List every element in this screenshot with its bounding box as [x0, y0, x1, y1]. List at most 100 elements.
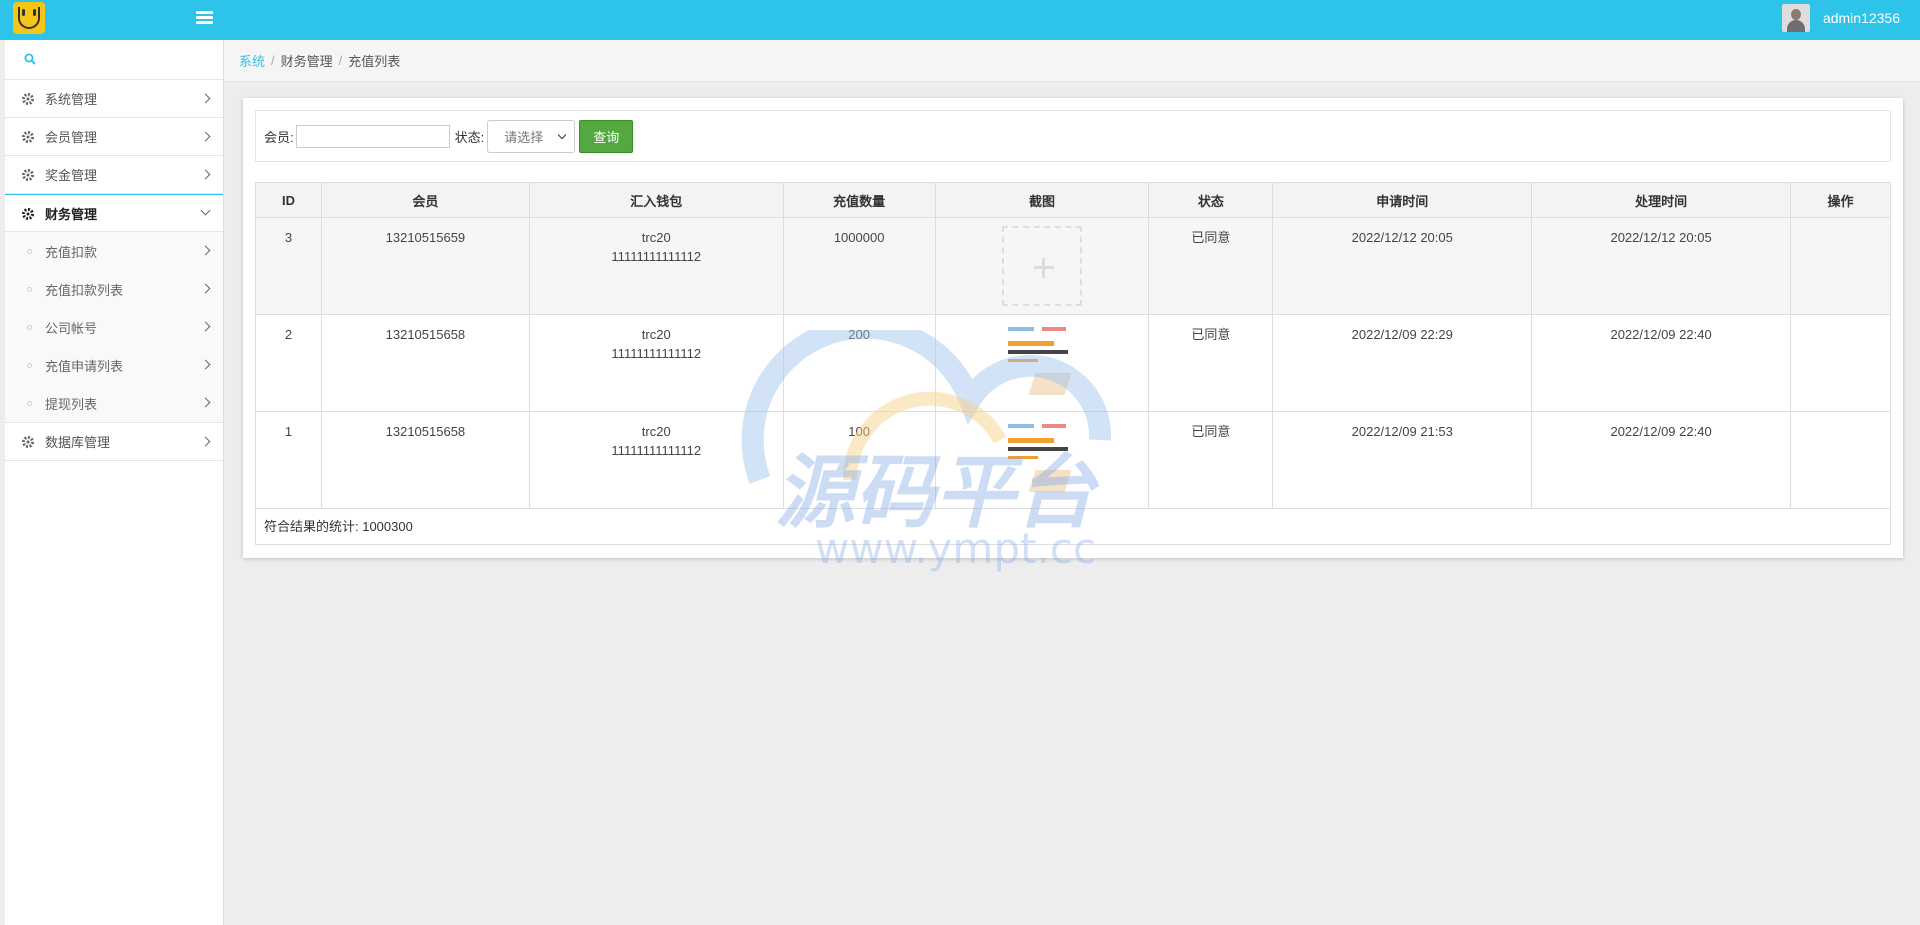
chevron-right-icon — [200, 245, 211, 256]
status-filter-label: 状态: — [454, 129, 485, 145]
chevron-right-icon — [200, 131, 211, 142]
cell-action — [1790, 314, 1891, 412]
cell-wallet: trc20 11111111111112 — [528, 314, 784, 412]
finance-submenu: 充值扣款 充值扣款列表 公司帐号 充值申请列表 提现列表 — [5, 232, 223, 423]
chevron-right-icon — [200, 321, 211, 332]
result-total: 符合结果的统计: 1000300 — [255, 508, 1891, 545]
table-row: 1 13210515658 trc20 11111111111112 100 已同… — [255, 411, 1891, 509]
chevron-right-icon — [200, 436, 211, 447]
sidebar-item-bonus[interactable]: 奖金管理 — [5, 156, 223, 194]
username-label[interactable]: admin12356 — [1823, 10, 1900, 26]
breadcrumb-separator: / — [338, 53, 343, 68]
cell-member: 13210515658 — [320, 411, 530, 509]
cell-id: 1 — [255, 411, 322, 509]
column-header: 操作 — [1790, 182, 1891, 218]
table-row: 3 13210515659 trc20 11111111111112 100000… — [255, 217, 1891, 315]
column-header: 处理时间 — [1531, 182, 1791, 218]
breadcrumb: 系统 / 财务管理 / 充值列表 — [224, 40, 1920, 82]
cell-wallet: trc20 11111111111112 — [528, 411, 784, 509]
logo-smile — [18, 7, 40, 29]
bullet-icon — [27, 287, 32, 292]
submenu-item-label: 充值申请列表 — [45, 358, 124, 374]
wallet-address: 11111111111112 — [611, 249, 702, 264]
wallet-type: trc20 — [641, 424, 671, 439]
chevron-right-icon — [200, 169, 211, 180]
cell-status: 已同意 — [1148, 411, 1274, 509]
top-navbar: admin12356 — [0, 0, 1920, 40]
breadcrumb-current: 充值列表 — [348, 54, 401, 69]
cell-amount: 1000000 — [782, 217, 936, 315]
hamburger-menu-icon[interactable] — [196, 9, 216, 27]
cell-id: 2 — [255, 314, 322, 412]
sidebar-item-system[interactable]: 系统管理 — [5, 80, 223, 118]
cell-screenshot — [934, 217, 1150, 315]
breadcrumb-home-link[interactable]: 系统 — [239, 51, 265, 70]
gear-icon — [22, 436, 34, 448]
gear-icon — [22, 169, 34, 181]
submenu-item-company-account[interactable]: 公司帐号 — [5, 308, 223, 346]
sidebar-item-database[interactable]: 数据库管理 — [5, 423, 223, 461]
recharge-table: ID 会员 汇入钱包 充值数量 截图 状态 申请时间 处理时间 操作 3 132… — [255, 182, 1891, 545]
cell-member: 13210515658 — [320, 314, 530, 412]
cell-screenshot — [934, 411, 1150, 509]
column-header: 截图 — [934, 182, 1150, 218]
member-filter-label: 会员: — [264, 129, 294, 145]
cell-status: 已同意 — [1148, 217, 1274, 315]
sidebar-item-label: 财务管理 — [45, 206, 98, 222]
status-select[interactable]: 请选择 — [487, 119, 576, 153]
submenu-item-label: 充值扣款列表 — [45, 282, 124, 298]
column-header: 状态 — [1148, 182, 1274, 218]
wallet-type: trc20 — [641, 327, 671, 342]
screenshot-thumbnail[interactable] — [1002, 420, 1083, 500]
wallet-address: 11111111111112 — [611, 346, 702, 361]
column-header: ID — [255, 182, 322, 218]
wallet-type: trc20 — [641, 230, 671, 245]
upload-placeholder-icon[interactable] — [1002, 226, 1083, 306]
chevron-down-icon — [558, 130, 567, 139]
sidebar: 系统管理 会员管理 奖金管理 财务管理 充值扣款 充值扣款列表 公司帐号 充值申… — [5, 40, 224, 925]
table-row: 2 13210515658 trc20 11111111111112 200 已同… — [255, 314, 1891, 412]
chevron-down-icon — [200, 205, 211, 216]
submenu-item-label: 公司帐号 — [45, 320, 98, 336]
cell-amount: 100 — [782, 411, 936, 509]
sidebar-item-members[interactable]: 会员管理 — [5, 118, 223, 156]
user-menu[interactable]: admin12356 — [1781, 4, 1900, 32]
cell-member: 13210515659 — [320, 217, 530, 315]
bullet-icon — [27, 325, 32, 330]
gear-icon — [22, 131, 34, 143]
chevron-right-icon — [200, 283, 211, 294]
submenu-item-label: 提现列表 — [45, 396, 98, 412]
submenu-item-recharge-deduct-list[interactable]: 充值扣款列表 — [5, 270, 223, 308]
cell-status: 已同意 — [1148, 314, 1274, 412]
table-footer-row: 符合结果的统计: 1000300 — [255, 508, 1891, 545]
cell-action — [1790, 217, 1891, 315]
cell-wallet: trc20 11111111111112 — [528, 217, 784, 315]
table-header-row: ID 会员 汇入钱包 充值数量 截图 状态 申请时间 处理时间 操作 — [255, 182, 1891, 218]
submenu-item-label: 充值扣款 — [45, 244, 98, 260]
sidebar-item-label: 系统管理 — [45, 92, 98, 107]
avatar[interactable] — [1781, 4, 1810, 32]
cell-applied-time: 2022/12/12 20:05 — [1272, 217, 1533, 315]
cell-id: 3 — [255, 217, 322, 315]
member-search-input[interactable] — [295, 124, 450, 148]
search-icon[interactable] — [24, 53, 36, 65]
cell-applied-time: 2022/12/09 21:53 — [1272, 411, 1533, 509]
column-header: 会员 — [320, 182, 530, 218]
screenshot-thumbnail[interactable] — [1002, 323, 1083, 403]
cell-screenshot — [934, 314, 1150, 412]
chevron-right-icon — [200, 359, 211, 370]
cell-amount: 200 — [782, 314, 936, 412]
cell-processed-time: 2022/12/09 22:40 — [1531, 314, 1791, 412]
cell-action — [1790, 411, 1891, 509]
column-header: 充值数量 — [782, 182, 936, 218]
cell-processed-time: 2022/12/09 22:40 — [1531, 411, 1791, 509]
smiley-logo-icon[interactable] — [13, 2, 45, 34]
submenu-item-recharge-requests[interactable]: 充值申请列表 — [5, 346, 223, 384]
submenu-item-withdraw-list[interactable]: 提现列表 — [5, 384, 223, 422]
bullet-icon — [27, 401, 32, 406]
submenu-item-recharge-deduct[interactable]: 充值扣款 — [5, 232, 223, 270]
sidebar-search[interactable] — [5, 40, 223, 80]
sidebar-item-finance[interactable]: 财务管理 — [5, 194, 223, 232]
status-select-value: 请选择 — [504, 129, 544, 145]
query-button[interactable]: 查询 — [579, 119, 634, 153]
